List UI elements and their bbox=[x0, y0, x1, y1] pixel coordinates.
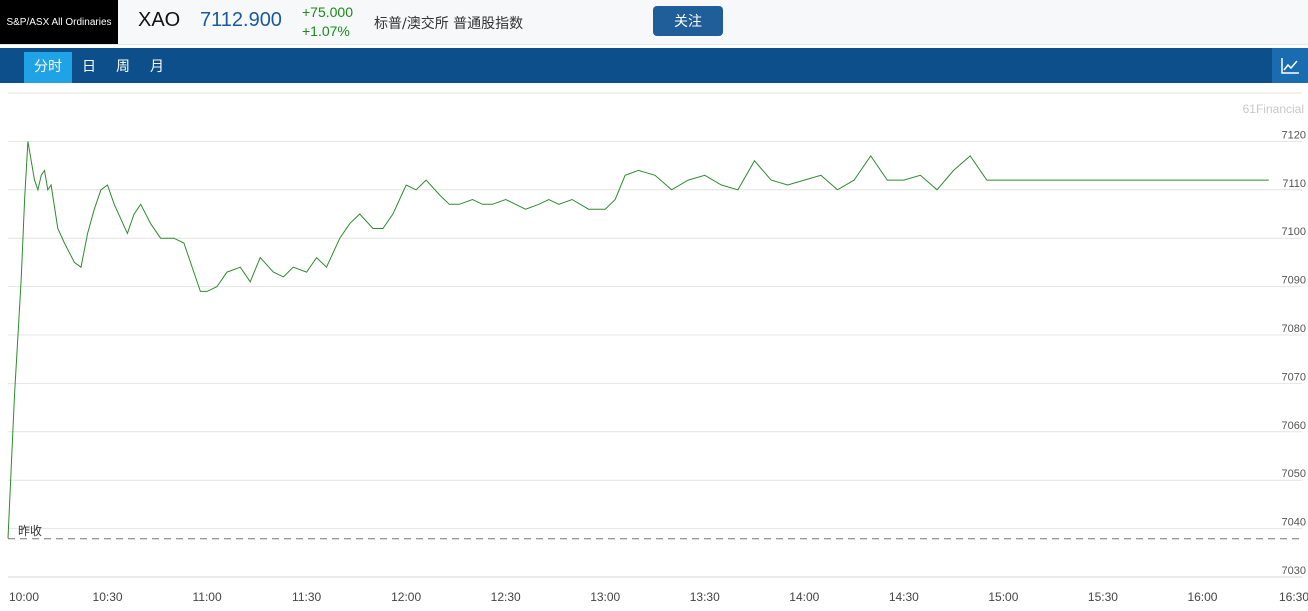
index-name-cn: 标普/澳交所 普通股指数 bbox=[374, 16, 524, 32]
y-tick-label: 7070 bbox=[1282, 371, 1306, 383]
x-tick-label: 10:30 bbox=[93, 590, 123, 604]
x-tick-label: 11:30 bbox=[292, 590, 321, 604]
y-tick-label: 7050 bbox=[1282, 468, 1306, 480]
price-line bbox=[7, 141, 1269, 539]
y-tick-label: 7060 bbox=[1282, 420, 1306, 432]
x-tick-label: 10:00 bbox=[9, 590, 39, 604]
period-tabs: 分时 日 周 月 bbox=[24, 52, 174, 83]
follow-button[interactable]: 关注 bbox=[653, 6, 723, 36]
tab-intraday[interactable]: 分时 bbox=[24, 52, 72, 83]
x-tick-label: 14:30 bbox=[889, 590, 919, 604]
x-tick-label: 15:00 bbox=[988, 590, 1018, 604]
chart-type-button[interactable] bbox=[1272, 48, 1308, 83]
x-tick-label: 15:30 bbox=[1088, 590, 1118, 604]
x-tick-label: 12:00 bbox=[391, 590, 421, 604]
tab-weekly[interactable]: 周 bbox=[106, 52, 140, 83]
change-value: +75.000 bbox=[302, 4, 353, 20]
intraday-chart: 61Financial 7030 7040 7050 7060 7070 7080 7090… bbox=[7, 92, 1308, 604]
prev-close-label: 昨收 bbox=[18, 524, 42, 538]
x-tick-label: 12:30 bbox=[491, 590, 521, 604]
chart-grid bbox=[8, 92, 1302, 578]
x-tick-label: 16:30 bbox=[1279, 590, 1308, 604]
tab-daily[interactable]: 日 bbox=[72, 52, 106, 83]
x-tick-label: 13:30 bbox=[690, 590, 720, 604]
price-change: +75.000 +1.07% bbox=[302, 3, 353, 41]
y-tick-label: 7100 bbox=[1282, 226, 1306, 238]
x-tick-label: 14:00 bbox=[789, 590, 819, 604]
line-chart-icon bbox=[1281, 57, 1299, 74]
y-tick-label: 7110 bbox=[1282, 178, 1306, 190]
x-tick-label: 16:00 bbox=[1187, 590, 1217, 604]
x-tick-label: 11:00 bbox=[193, 590, 222, 604]
y-tick-label: 7120 bbox=[1282, 129, 1306, 141]
change-percent: +1.07% bbox=[302, 23, 350, 39]
current-price: 7112.900 bbox=[200, 9, 282, 31]
x-axis-labels: 10:00 10:30 11:00 11:30 12:00 12:30 13:00 13:30… bbox=[9, 590, 1308, 604]
chart-watermark: 61Financial bbox=[1243, 102, 1304, 116]
tab-monthly[interactable]: 月 bbox=[140, 52, 174, 83]
y-tick-label: 7080 bbox=[1282, 323, 1306, 335]
quote-header: S&P/ASX All Ordinaries XAO 7112.900 +75.… bbox=[0, 0, 1308, 45]
y-tick-label: 7030 bbox=[1282, 565, 1306, 577]
index-logo: S&P/ASX All Ordinaries bbox=[0, 0, 118, 44]
y-tick-label: 7090 bbox=[1282, 275, 1306, 287]
y-tick-label: 7040 bbox=[1282, 517, 1306, 529]
index-code: XAO bbox=[138, 9, 181, 31]
period-tab-bar: 分时 日 周 月 bbox=[0, 48, 1308, 83]
y-axis-labels: 7030 7040 7050 7060 7070 7080 7090 7100 7110 7120 bbox=[1282, 129, 1306, 577]
x-tick-label: 13:00 bbox=[590, 590, 620, 604]
